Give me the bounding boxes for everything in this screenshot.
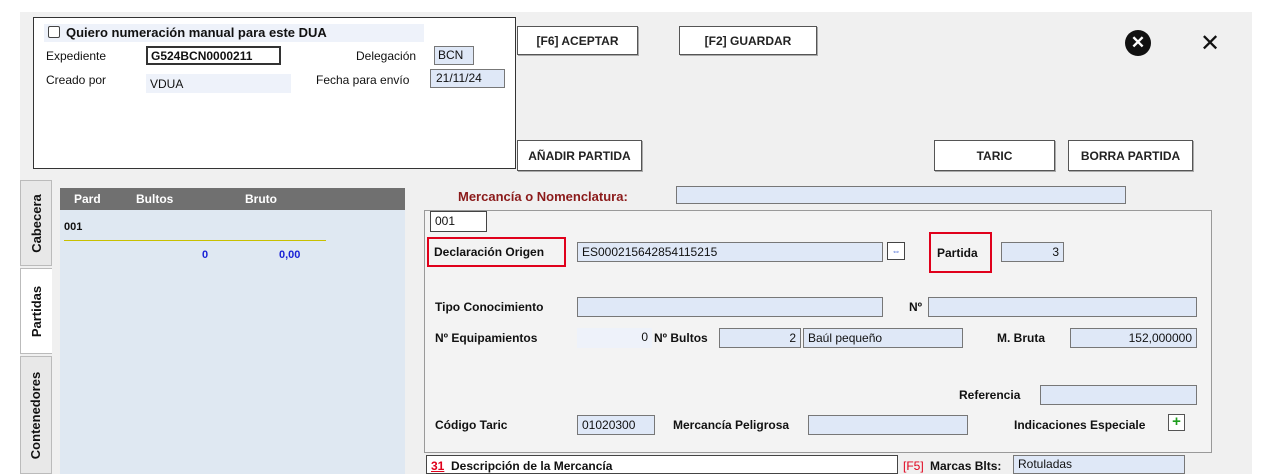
marcas-key: [F5] — [903, 459, 924, 473]
list-item[interactable]: 001 — [60, 210, 326, 241]
mercancia-label: Mercancía o Nomenclatura: — [458, 189, 628, 204]
header-panel: Quiero numeración manual para este DUA E… — [33, 17, 516, 169]
borra-partida-button[interactable]: BORRA PARTIDA — [1068, 140, 1193, 171]
guardar-button[interactable]: [F2] GUARDAR — [679, 26, 817, 55]
bultos-type-field[interactable]: Baúl pequeño — [803, 328, 963, 348]
list-divider — [64, 240, 326, 241]
aceptar-button[interactable]: [F6] ACEPTAR — [517, 26, 638, 55]
tipo-conocimiento-label: Tipo Conocimiento — [435, 300, 544, 314]
mercancia-peligrosa-field[interactable] — [808, 415, 968, 435]
anadir-partida-button[interactable]: AÑADIR PARTIDA — [517, 140, 642, 171]
indicaciones-label: Indicaciones Especiale — [1014, 418, 1146, 432]
masa-bruta-label: M. Bruta — [997, 331, 1045, 345]
declaracion-origen-field[interactable]: ES000215642854115215 — [577, 242, 883, 262]
mercancia-peligrosa-label: Mercancía Peligrosa — [673, 418, 790, 432]
tab-partidas[interactable]: Partidas — [20, 268, 52, 354]
fecha-envio-label: Fecha para envío — [316, 73, 410, 87]
numero-label: Nº — [909, 300, 923, 314]
close-icon[interactable]: ✕ — [1197, 30, 1223, 57]
list-bruto-total: 0,00 — [279, 249, 301, 261]
numero-field[interactable] — [928, 297, 1197, 317]
mercancia-field[interactable] — [676, 186, 1126, 204]
declaracion-origen-label: Declaración Origen — [434, 245, 545, 259]
add-plus-icon[interactable]: + — [1168, 414, 1185, 431]
tab-cabecera[interactable]: Cabecera — [20, 180, 52, 266]
referencia-label: Referencia — [959, 388, 1021, 402]
list-item-id: 001 — [64, 221, 83, 233]
creado-por-label: Creado por — [46, 73, 107, 87]
creado-por-field: VDUA — [146, 74, 291, 93]
codigo-taric-label: Código Taric — [435, 418, 508, 432]
manual-numbering-row[interactable]: Quiero numeración manual para este DUA — [44, 24, 424, 42]
descripcion-field[interactable]: 31 Descripción de la Mercancía — [426, 455, 898, 474]
manual-numbering-checkbox[interactable] — [48, 26, 60, 38]
manual-numbering-label: Quiero numeración manual para este DUA — [66, 25, 327, 40]
codigo-taric-field[interactable]: 01020300 — [577, 415, 655, 435]
delegacion-field[interactable]: BCN — [434, 46, 474, 65]
list-bultos-total: 0 — [202, 249, 209, 261]
col-bruto: Bruto — [245, 192, 277, 206]
lookup-arrows-icon[interactable]: ⇔ — [887, 242, 905, 260]
equipamientos-label: Nº Equipamientos — [435, 331, 538, 345]
item-number-field[interactable]: 001 — [430, 211, 487, 232]
tab-cabecera-label: Cabecera — [28, 193, 44, 253]
fecha-envio-field[interactable]: 21/11/24 — [430, 69, 505, 88]
partidas-list-header: Pard Bultos Bruto — [60, 188, 405, 210]
partida-label: Partida — [937, 246, 978, 260]
equipamientos-field: 0 — [577, 328, 652, 348]
expediente-field[interactable]: G524BCN0000211 — [146, 46, 281, 65]
partidas-list: 001 0 0,00 — [60, 210, 405, 474]
descripcion-number: 31 — [431, 459, 445, 473]
expediente-label: Expediente — [46, 49, 107, 63]
referencia-field[interactable] — [1040, 385, 1197, 405]
marcas-field[interactable]: Rotuladas — [1013, 455, 1185, 474]
masa-bruta-field[interactable]: 152,000000 — [1070, 328, 1197, 348]
tab-contenedores[interactable]: Contenedores — [20, 356, 52, 474]
tipo-conocimiento-field[interactable] — [577, 297, 883, 317]
tab-partidas-label: Partidas — [29, 285, 44, 337]
bultos-field[interactable]: 2 — [719, 328, 801, 348]
cancel-circle-icon[interactable]: ✕ — [1125, 30, 1151, 56]
col-bultos: Bultos — [136, 192, 174, 206]
bultos-label: Nº Bultos — [654, 331, 708, 345]
descripcion-label: Descripción de la Mercancía — [451, 459, 613, 473]
delegacion-label: Delegación — [356, 49, 417, 63]
marcas-label: Marcas Blts: — [930, 459, 1002, 473]
tab-contenedores-label: Contenedores — [28, 371, 44, 459]
taric-button[interactable]: TARIC — [934, 140, 1055, 171]
col-pard: Pard — [74, 192, 101, 206]
partida-field[interactable]: 3 — [1001, 242, 1064, 262]
